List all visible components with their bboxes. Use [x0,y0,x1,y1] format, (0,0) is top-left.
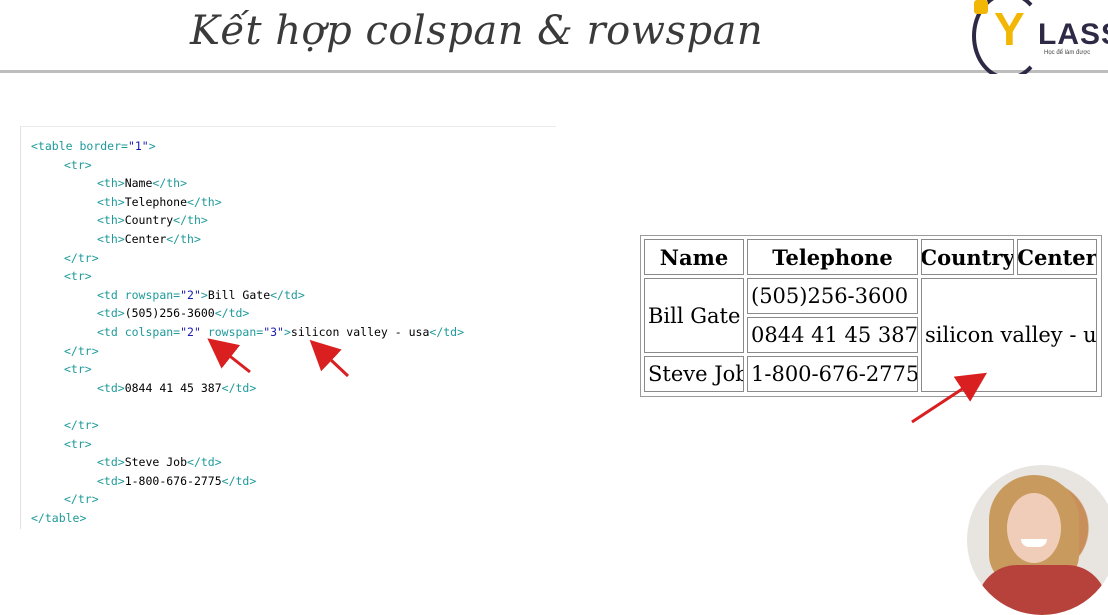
code-token: <tr> [64,362,92,377]
code-token: </td> [221,380,257,395]
code-token: <td [97,325,125,339]
html-code-panel: <table border="1"> <tr> <th>Name</th> <th>T… [20,126,556,529]
code-token: <td> [97,380,125,395]
td-phone-1: (505)256-3600 [747,278,918,314]
code-token: silicon valley - usa [290,325,430,339]
code-line: <td colspan="2" rowspan="3">silicon vall… [97,323,464,341]
code-token: <table [31,139,80,153]
code-line: <th>Telephone</th> [97,193,222,211]
code-token: </tr> [64,343,99,358]
code-token: Country [124,213,174,228]
code-token: 0844 41 45 387 [124,380,222,395]
slide-title: Kết hợp colspan & rowspan [190,8,764,54]
code-token: </th> [152,176,188,191]
code-line: <th>Center</th> [97,230,201,248]
code-token: <tr> [64,157,92,172]
code-token: <th> [97,194,125,209]
code-line: </table> [31,509,86,527]
td-silicon-valley: silicon valley - usa [921,278,1097,392]
brand-logo: Y LASS Học để làm được [968,0,1108,74]
code-token: <td> [97,473,125,488]
code-line: <table border="1"> [31,137,156,155]
logo-letter: Y [994,3,1025,55]
code-token: (505)256-3600 [124,306,215,321]
code-token: Center [124,232,167,246]
code-token: </tr> [64,418,99,432]
code-token: > [148,139,156,153]
code-line: <td>(505)256-3600</td> [97,304,249,322]
code-token: border= [79,139,128,153]
code-token: </tr> [64,250,99,265]
td-phone-3: 1-800-676-2775 [747,356,918,392]
code-token: "2" [180,325,201,339]
code-line: <th>Name</th> [97,174,187,192]
code-line: </tr> [64,249,99,267]
code-token: "1" [127,139,149,153]
code-token: <tr> [64,269,92,284]
code-token: rowspan= [207,325,264,339]
th-center: Center [1017,239,1097,275]
code-line: </tr> [64,490,99,508]
code-token: </td> [187,455,222,470]
td-phone-2: 0844 41 45 387 [747,317,918,353]
td-bill-gate: Bill Gate [644,278,744,353]
code-token: Steve Job [124,455,188,470]
code-line: </tr> [64,342,99,360]
code-token: Telephone [124,194,188,209]
code-token: </th> [187,194,222,209]
code-token: <th> [97,232,125,246]
code-token: <tr> [64,436,92,451]
th-telephone: Telephone [747,239,918,275]
code-line: <td>0844 41 45 387</td> [97,379,256,397]
logo-tagline: Học để làm được [1044,50,1091,56]
code-line: <td>1-800-676-2775</td> [97,472,256,490]
code-token: </td> [429,325,465,339]
code-token: </th> [173,213,208,228]
gear-icon [974,0,988,14]
code-token: Bill Gate [207,287,271,302]
code-token: colspan= [124,325,181,339]
code-token: 1-800-676-2775 [124,473,222,488]
code-token: > [283,325,291,339]
code-token: "2" [180,287,201,302]
code-line: <tr> [64,156,92,174]
code-token: </tr> [64,492,99,507]
code-token: <th> [97,176,125,191]
code-token: </td> [270,287,305,302]
logo-wordmark: LASS [1038,18,1108,51]
code-token: <td> [97,455,125,470]
code-line: <tr> [64,360,92,378]
code-token: </table> [31,511,87,525]
code-token: </td> [221,473,257,488]
code-line: <td rowspan="2">Bill Gate</td> [97,286,305,304]
td-steve-job: Steve Job [644,356,744,392]
code-token: <td [97,287,125,302]
code-line: <td>Steve Job</td> [97,453,222,471]
code-line: </tr> [64,416,99,434]
code-token: "3" [263,325,284,339]
code-token: > [200,287,208,302]
code-token: </th> [166,232,201,246]
code-token: Name [124,176,153,191]
rendered-table: Name Telephone Country Center Bill Gate … [640,235,1102,397]
th-country: Country [921,239,1014,275]
code-token: <th> [97,213,125,228]
presenter-avatar [967,465,1108,615]
header-divider [0,70,1108,73]
code-token: </td> [214,306,250,321]
code-token: <td> [97,306,125,321]
code-line: <th>Country</th> [97,211,208,229]
th-name: Name [644,239,744,275]
code-line: <tr> [64,435,92,453]
code-line: <tr> [64,267,92,285]
code-token: rowspan= [124,287,181,302]
